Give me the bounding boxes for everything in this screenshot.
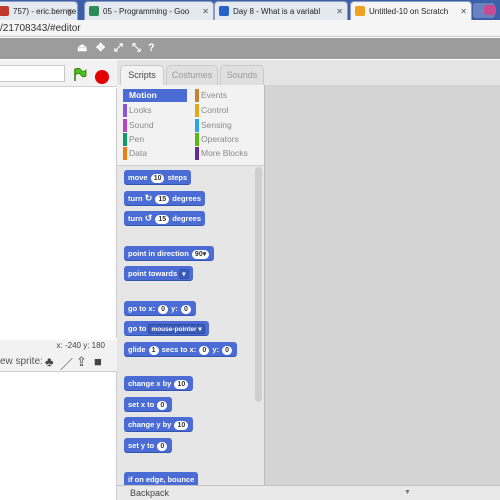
script-area[interactable] bbox=[264, 85, 500, 485]
cut-scissors-icon[interactable]: ✥ bbox=[96, 42, 105, 54]
stop-sign-icon[interactable] bbox=[95, 70, 109, 84]
grow-icon[interactable]: ⤢ bbox=[114, 42, 123, 54]
backpack-label: Backpack bbox=[130, 488, 170, 498]
new-sprite-label: ew sprite: bbox=[0, 356, 43, 367]
close-tab-icon[interactable]: ✕ bbox=[336, 7, 343, 16]
tab-scripts[interactable]: Scripts bbox=[120, 65, 164, 85]
block-change-x[interactable]: change x by 10 bbox=[124, 376, 194, 391]
upload-sprite-icon[interactable]: ⇪ bbox=[76, 354, 87, 370]
google-drive-icon bbox=[89, 6, 99, 16]
category-sensing[interactable]: Sensing bbox=[195, 119, 261, 132]
script-area-header bbox=[264, 60, 500, 85]
category-pen[interactable]: Pen bbox=[123, 133, 187, 146]
block-change-y[interactable]: change y by 10 bbox=[124, 417, 194, 432]
category-data[interactable]: Data bbox=[123, 147, 187, 160]
mouse-coordinates: x: -240 y: 180 bbox=[0, 340, 117, 352]
close-tab-icon[interactable]: ✕ bbox=[202, 7, 209, 16]
palette-scrollbar[interactable] bbox=[255, 167, 262, 402]
category-operators[interactable]: Operators bbox=[195, 133, 261, 146]
browser-tab[interactable]: Day 8 - What is a variabl ✕ bbox=[214, 1, 348, 20]
block-move-steps[interactable]: move 10 steps bbox=[124, 170, 192, 185]
profile-icon[interactable] bbox=[484, 5, 496, 15]
stage-canvas[interactable] bbox=[0, 88, 117, 338]
camera-icon[interactable]: ■ bbox=[94, 354, 102, 369]
block-go-to[interactable]: go to mouse-pointer ▾ bbox=[124, 321, 209, 336]
browser-tab[interactable]: 757) - eric.bernge ✕ bbox=[0, 1, 78, 20]
coords-readout: x: -240 y: 180 bbox=[56, 341, 105, 350]
green-flag-icon[interactable] bbox=[73, 68, 87, 82]
tab-title: Day 8 - What is a variabl bbox=[233, 6, 321, 16]
close-tab-icon[interactable]: ✕ bbox=[66, 7, 73, 16]
close-tab-icon[interactable]: ✕ bbox=[460, 7, 467, 16]
paint-brush-icon[interactable]: ／ bbox=[60, 354, 73, 373]
tab-favicon-icon bbox=[0, 6, 9, 16]
tab-title: Untitled-10 on Scratch bbox=[369, 6, 449, 16]
category-sound[interactable]: Sound bbox=[123, 119, 187, 132]
block-categories: Motion Looks Sound Pen Data Events Contr… bbox=[117, 85, 265, 165]
address-bar[interactable]: /21708343/#editor bbox=[0, 20, 500, 37]
block-go-to-xy[interactable]: go to x: 0 y: 0 bbox=[124, 301, 196, 316]
url-text: /21708343/#editor bbox=[0, 23, 81, 34]
category-events[interactable]: Events bbox=[195, 89, 261, 102]
rotate-counterclockwise-icon: ↺ bbox=[144, 213, 153, 223]
block-point-in-direction[interactable]: point in direction 90▾ bbox=[124, 246, 215, 261]
duplicate-stamp-icon[interactable]: ⏏ bbox=[77, 42, 87, 54]
block-glide[interactable]: glide 1 secs to x: 0 y: 0 bbox=[124, 342, 237, 357]
rotate-clockwise-icon: ↻ bbox=[144, 193, 153, 203]
block-set-y[interactable]: set y to 0 bbox=[124, 438, 173, 453]
category-control[interactable]: Control bbox=[195, 104, 261, 117]
scratch-menu-bar: ⏏ ✥ ⤢ ⤡ ? bbox=[0, 38, 500, 59]
category-more-blocks[interactable]: More Blocks bbox=[195, 147, 261, 160]
tab-title: 05 - Programming - Goo bbox=[103, 6, 190, 16]
shrink-icon[interactable]: ⤡ bbox=[132, 42, 141, 54]
browser-tab-active[interactable]: Untitled-10 on Scratch ✕ bbox=[350, 1, 472, 20]
backpack-bar[interactable]: Backpack ▼ bbox=[117, 485, 500, 500]
docs-icon bbox=[219, 6, 229, 16]
tab-costumes[interactable]: Costumes bbox=[166, 65, 218, 85]
choose-sprite-icon[interactable]: ♣ bbox=[45, 354, 54, 369]
browser-tab-bar: 757) - eric.bernge ✕ 05 - Programming - … bbox=[0, 0, 500, 20]
block-turn-left[interactable]: turn ↺ 15 degrees bbox=[124, 211, 205, 226]
browser-tab[interactable]: 05 - Programming - Goo ✕ bbox=[84, 1, 214, 20]
block-point-towards[interactable]: point towards ▾ bbox=[124, 266, 193, 281]
palette-tabs: Scripts Costumes Sounds bbox=[117, 60, 265, 85]
category-looks[interactable]: Looks bbox=[123, 104, 187, 117]
category-motion[interactable]: Motion bbox=[123, 89, 187, 102]
scratch-cat-icon bbox=[355, 6, 365, 16]
block-turn-right[interactable]: turn ↻ 15 degrees bbox=[124, 191, 205, 206]
help-icon[interactable]: ? bbox=[148, 42, 155, 54]
project-title-field[interactable] bbox=[0, 65, 65, 82]
expand-arrow-icon[interactable]: ▼ bbox=[404, 486, 411, 500]
sprite-list[interactable] bbox=[0, 372, 117, 500]
block-set-x[interactable]: set x to 0 bbox=[124, 397, 173, 412]
tab-sounds[interactable]: Sounds bbox=[220, 65, 264, 85]
new-sprite-bar: ew sprite: ♣ ／ ⇪ ■ bbox=[0, 352, 117, 372]
